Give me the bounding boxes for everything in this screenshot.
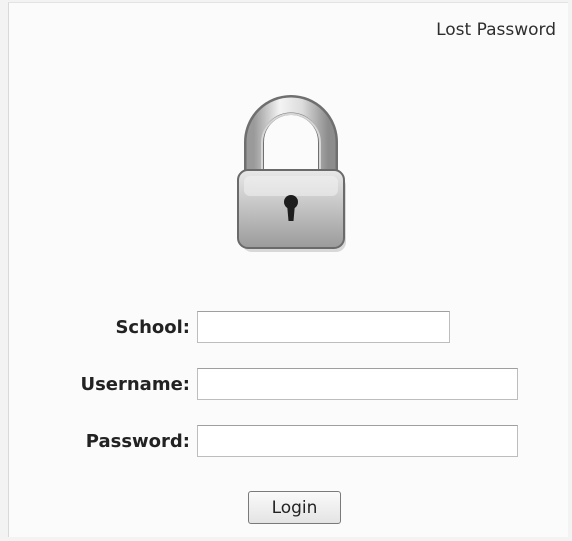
password-row: Password: <box>0 423 190 457</box>
password-input[interactable] <box>197 425 518 457</box>
username-label: Username: <box>80 374 190 395</box>
username-input[interactable] <box>197 368 518 400</box>
login-button[interactable]: Login <box>248 491 341 524</box>
password-label: Password: <box>85 431 190 452</box>
lock-icon <box>237 95 346 252</box>
school-label: School: <box>115 317 190 338</box>
username-row: Username: <box>0 366 190 400</box>
school-input[interactable] <box>197 311 450 343</box>
lost-password-link[interactable]: Lost Password <box>436 20 556 40</box>
school-row: School: <box>0 309 190 343</box>
